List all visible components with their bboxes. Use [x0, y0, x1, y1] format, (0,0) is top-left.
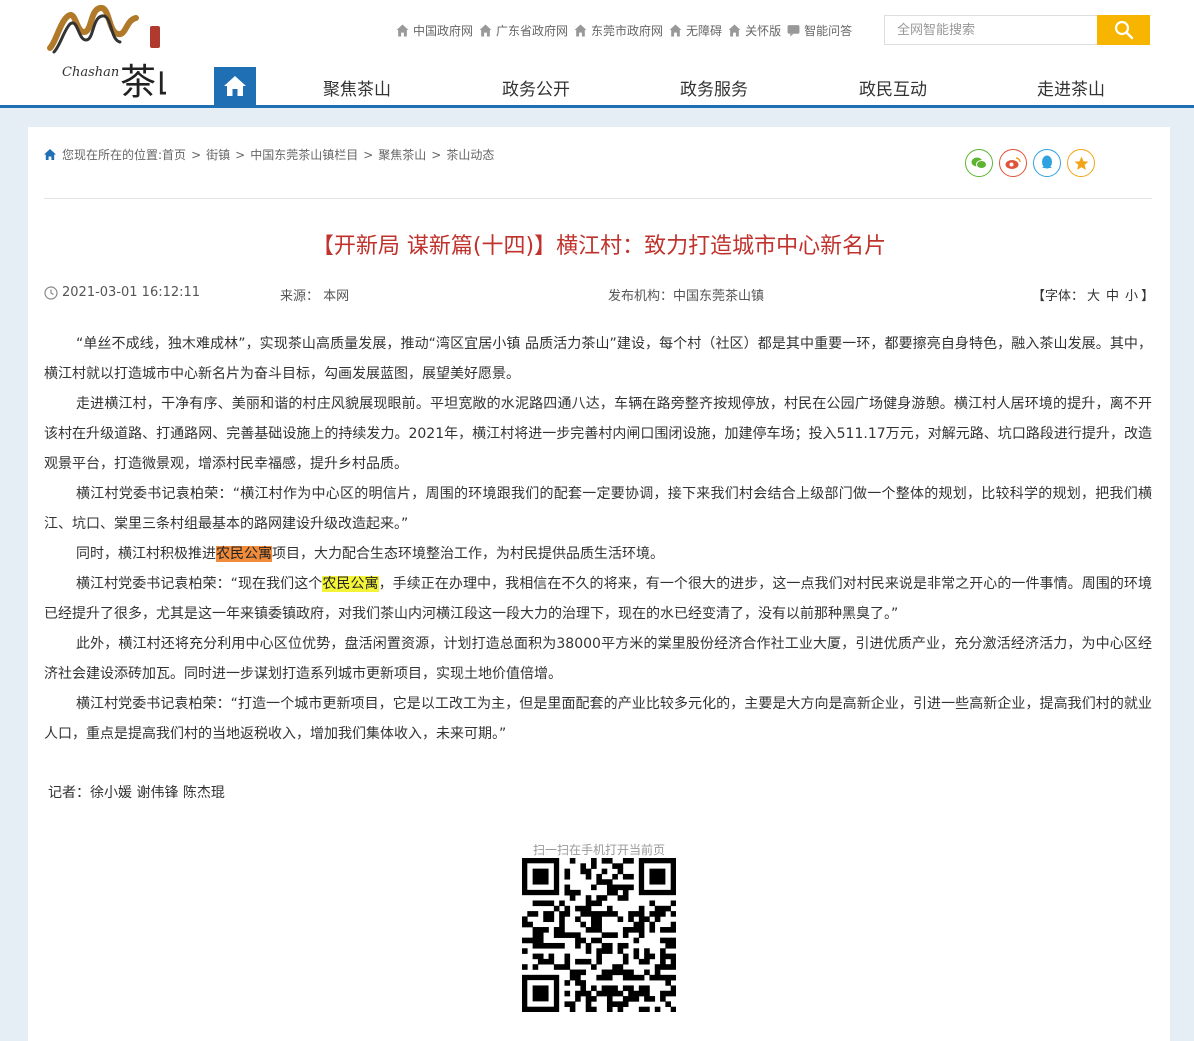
search-bar	[884, 15, 1150, 45]
breadcrumb-prefix: 您现在所在的位置:	[62, 148, 163, 162]
logo-cn-text: 茶山	[120, 62, 166, 102]
top-link-label: 广东省政府网	[496, 23, 569, 38]
breadcrumb-towns[interactable]: 街镇	[206, 146, 230, 163]
top-link[interactable]: 智能问答	[787, 21, 852, 39]
article-paragraph: 走进横江村，干净有序、美丽和谐的村庄风貌展现眼前。平坦宽敞的水泥路四通八达，车辆…	[44, 396, 1152, 472]
top-links: 中国政府网 广东省政府网 东莞市政府网 无障碍 关怀版 智能问答	[396, 21, 858, 39]
font-size-close: 】	[1141, 289, 1155, 304]
breadcrumb-chashan-column[interactable]: 中国东莞茶山镇栏目	[250, 146, 358, 163]
article-publisher: 发布机构：中国东莞茶山镇	[608, 289, 765, 304]
nav-item-interaction[interactable]: 政民互动	[823, 75, 963, 100]
nav-item-about[interactable]: 走进茶山	[1001, 75, 1141, 100]
home-icon	[44, 149, 56, 160]
breadcrumb-news[interactable]: 茶山动态	[446, 146, 494, 163]
weibo-icon	[1005, 157, 1021, 169]
breadcrumb-focus[interactable]: 聚焦茶山	[378, 146, 426, 163]
home-icon	[574, 24, 587, 36]
search-icon	[1114, 20, 1133, 40]
top-link-label: 无障碍	[686, 23, 723, 38]
home-icon	[396, 24, 409, 36]
site-header: 茶山 Chashan 中国政府网 广东省政府网 东莞市政府网 无障碍 关怀版 智能问答 聚…	[0, 0, 1194, 108]
top-link-label: 东莞市政府网	[591, 23, 664, 38]
breadcrumb-separator: >	[431, 147, 442, 162]
top-link[interactable]: 东莞市政府网	[574, 21, 663, 39]
nav-home-button[interactable]	[214, 67, 256, 105]
font-size-open: 【字体：	[1032, 289, 1085, 304]
share-weibo-button[interactable]	[999, 149, 1027, 177]
publish-datetime: 2021-03-01 16:12:11	[62, 285, 201, 300]
nav-item-focus[interactable]: 聚焦茶山	[287, 75, 427, 100]
publish-time: 2021-03-01 16:12:11	[44, 285, 200, 300]
font-size-large-button[interactable]: 大	[1087, 289, 1100, 304]
search-highlight: 农民公寓	[216, 546, 272, 562]
top-link[interactable]: 广东省政府网	[479, 21, 568, 39]
site-logo[interactable]: 茶山	[46, 2, 166, 102]
breadcrumb-home[interactable]: 首页	[162, 146, 186, 163]
top-link[interactable]: 中国政府网	[396, 21, 473, 39]
search-input[interactable]	[884, 15, 1098, 45]
paragraph-text: 同时，横江村积极推进	[76, 546, 216, 562]
nav-item-open-gov[interactable]: 政务公开	[466, 75, 606, 100]
article-paragraph: 此外，横江村还将充分利用中心区位优势，盘活闲置资源，计划打造总面积为38000平…	[44, 636, 1152, 682]
article-paragraph: 横江村党委书记袁柏荣：“横江村作为中心区的明信片，周围的环境跟我们的配套一定要协…	[44, 486, 1152, 532]
qr-caption: 扫一扫在手机打开当前页	[532, 843, 665, 857]
share-wechat-button[interactable]	[965, 149, 993, 177]
breadcrumb-separator: >	[363, 147, 374, 162]
font-size-medium-button[interactable]: 中	[1106, 289, 1119, 304]
breadcrumb-separator: >	[235, 147, 246, 162]
article-source: 来源： 本网	[280, 289, 350, 304]
top-link[interactable]: 关怀版	[728, 21, 781, 39]
chat-icon	[787, 24, 800, 36]
search-button[interactable]	[1097, 15, 1150, 45]
reporter-credit: 记者：徐小媛 谢伟锋 陈杰琨	[48, 785, 225, 801]
paragraph-text: 横江村党委书记袁柏荣：“现在我们这个	[76, 576, 323, 592]
search-highlight: 农民公寓	[322, 576, 379, 592]
home-icon	[479, 24, 492, 36]
home-icon	[728, 24, 741, 36]
qq-icon	[1042, 155, 1052, 169]
top-link-label: 关怀版	[745, 23, 782, 38]
breadcrumb: 您现在所在的位置: 首页 > 街镇 > 中国东莞茶山镇栏目 > 聚焦茶山 > 茶…	[44, 146, 494, 163]
article-paragraph: 横江村党委书记袁柏荣：“打造一个城市更新项目，它是以工改工为主，但是里面配套的产…	[44, 696, 1152, 742]
divider	[44, 198, 1152, 199]
home-icon	[224, 76, 246, 96]
paragraph-text: 项目，大力配合生态环境整治工作，为村民提供品质生活环境。	[272, 546, 664, 562]
favorite-icon	[1074, 156, 1088, 170]
qr-code-image	[522, 858, 676, 1012]
share-buttons	[965, 149, 1101, 177]
logo-en-text: Chashan	[62, 65, 120, 80]
share-qq-button[interactable]	[1033, 149, 1061, 177]
clock-icon	[44, 285, 58, 300]
top-link[interactable]: 无障碍	[669, 21, 722, 39]
home-icon	[669, 24, 682, 36]
breadcrumb-separator: >	[191, 147, 202, 162]
favorite-button[interactable]	[1067, 149, 1095, 177]
article-paragraph: 横江村党委书记袁柏荣：“现在我们这个农民公寓，手续正在办理中，我相信在不久的将来…	[44, 569, 1152, 629]
top-link-label: 智能问答	[804, 23, 853, 38]
article-title: 【开新局 谋新篇(十四)】横江村：致力打造城市中心新名片	[311, 234, 887, 259]
article-card: 您现在所在的位置: 首页 > 街镇 > 中国东莞茶山镇栏目 > 聚焦茶山 > 茶…	[28, 127, 1170, 1041]
font-size-switcher: 【字体：大中小】	[1032, 285, 1154, 304]
article-body: “单丝不成线，独木难成林”，实现茶山高质量发展，推动“湾区宜居小镇 品质活力茶山…	[44, 329, 1152, 749]
article-paragraph: “单丝不成线，独木难成林”，实现茶山高质量发展，推动“湾区宜居小镇 品质活力茶山…	[44, 336, 1152, 382]
wechat-icon	[971, 157, 987, 169]
font-size-small-button[interactable]: 小	[1125, 289, 1138, 304]
top-link-label: 中国政府网	[413, 23, 474, 38]
article-paragraph: 同时，横江村积极推进农民公寓项目，大力配合生态环境整治工作，为村民提供品质生活环…	[44, 539, 1152, 569]
nav-item-services[interactable]: 政务服务	[644, 75, 784, 100]
